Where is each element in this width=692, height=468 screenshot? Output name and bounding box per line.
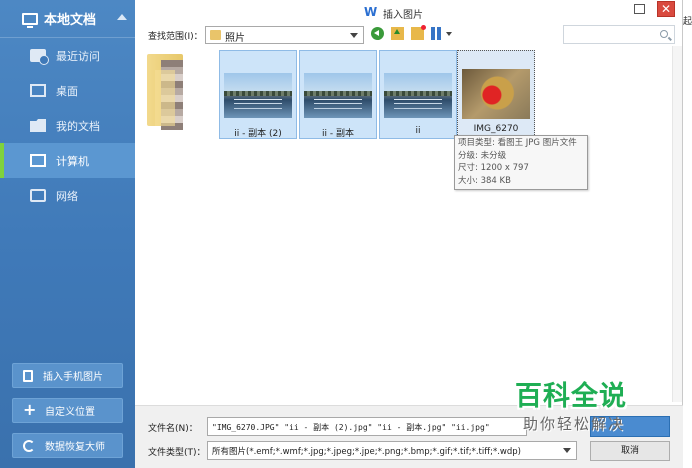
search-input[interactable] (563, 25, 675, 44)
image-thumbnail (462, 69, 530, 119)
documents-folder-icon (30, 119, 46, 132)
file-item[interactable]: ii - 副本 (299, 50, 377, 139)
image-thumbnail (304, 73, 372, 118)
image-thumbnail (384, 73, 452, 118)
sidebar-item-label: 网络 (56, 189, 78, 203)
sidebar-item-desktop[interactable]: 桌面 (0, 73, 135, 108)
file-list[interactable]: ii - 副本 (2) ii - 副本 ii IMG_6270 (136, 46, 669, 402)
file-item[interactable]: ii - 副本 (2) (219, 50, 297, 139)
collapse-arrow-icon[interactable] (117, 14, 127, 20)
sidebar-item-network[interactable]: 网络 (0, 178, 135, 213)
watermark-subtitle: 助你轻松解决 (523, 415, 626, 433)
file-name: ii - 副本 (322, 129, 354, 139)
vertical-scrollbar[interactable] (672, 46, 682, 402)
tooltip-type: 项目类型: 看图王 JPG 图片文件 (458, 138, 577, 148)
background-window-edge: 起 (683, 0, 692, 468)
tooltip-rating: 分级: 未分级 (458, 150, 507, 161)
sidebar-item-label: 计算机 (56, 154, 89, 168)
dialog-title: 插入图片 (383, 10, 423, 21)
cancel-button[interactable]: 取消 (590, 441, 670, 461)
plus-icon (23, 404, 36, 417)
file-name: ii - 副本 (2) (234, 129, 282, 139)
desktop-icon (30, 84, 46, 97)
image-thumbnail (224, 73, 292, 118)
chevron-down-icon (350, 33, 358, 38)
search-icon (660, 30, 668, 38)
look-in-dropdown[interactable]: 照片 (205, 26, 364, 44)
computer-icon (30, 154, 46, 167)
up-folder-icon[interactable] (391, 27, 404, 40)
chevron-down-icon (563, 448, 571, 453)
file-name: IMG_6270 (473, 124, 519, 134)
file-name: ii (415, 126, 421, 136)
sidebar-item-recent[interactable]: 最近访问 (0, 38, 135, 73)
sidebar-header[interactable]: 本地文档 (0, 0, 135, 38)
button-label: 数据恢复大师 (45, 442, 105, 453)
back-icon[interactable] (371, 27, 384, 40)
look-in-label: 查找范围(I)： (148, 32, 203, 42)
look-in-value: 照片 (225, 33, 245, 44)
sidebar-item-computer[interactable]: 计算机 (0, 143, 135, 178)
insert-phone-image-button[interactable]: 插入手机图片 (12, 363, 123, 388)
new-folder-icon[interactable] (411, 25, 426, 40)
filetype-value: 所有图片(*.emf;*.wmf;*.jpg;*.jpeg;*.jpe;*.pn… (212, 447, 521, 457)
watermark: 百科全说 助你轻松解决 (493, 370, 653, 440)
file-item[interactable]: IMG_6270 (457, 50, 535, 139)
toolbar: 查找范围(I)： 照片 (135, 24, 683, 46)
view-dropdown-arrow-icon[interactable] (446, 32, 452, 36)
sidebar: 本地文档 最近访问 桌面 我的文档 计算机 网络 插入手机图片 自定义位置 数据… (0, 0, 135, 468)
edge-text: 起 (683, 17, 692, 27)
folder-item[interactable] (147, 50, 191, 130)
data-recovery-icon (23, 439, 35, 452)
button-label: 插入手机图片 (43, 372, 103, 383)
title-bar: W 插入图片 ✕ (135, 0, 683, 22)
file-item[interactable]: ii (379, 50, 457, 139)
tooltip-dimensions: 尺寸: 1200 x 797 (458, 163, 529, 173)
sidebar-item-label: 最近访问 (56, 49, 100, 63)
network-icon (30, 189, 46, 202)
watermark-title: 百科全说 (515, 381, 627, 412)
filename-input[interactable]: "IMG_6270.JPG" "ii - 副本 (2).jpg" "ii - 副… (207, 417, 527, 436)
filetype-select[interactable]: 所有图片(*.emf;*.wmf;*.jpg;*.jpeg;*.jpe;*.pn… (207, 441, 577, 460)
filename-label: 文件名(N)： (148, 424, 198, 434)
button-label: 自定义位置 (45, 407, 95, 418)
data-recovery-button[interactable]: 数据恢复大师 (12, 433, 123, 458)
wps-logo-icon: W (364, 5, 378, 19)
tooltip-size: 大小: 384 KB (458, 175, 511, 186)
folder-flap (155, 70, 175, 126)
sidebar-item-label: 我的文档 (56, 119, 100, 133)
computer-icon (22, 12, 38, 28)
phone-import-icon (23, 369, 33, 382)
view-menu-icon[interactable] (431, 27, 442, 40)
custom-location-button[interactable]: 自定义位置 (12, 398, 123, 423)
folder-icon (210, 30, 221, 40)
sidebar-item-my-documents[interactable]: 我的文档 (0, 108, 135, 143)
filetype-label: 文件类型(T)： (148, 448, 206, 458)
close-button[interactable]: ✕ (657, 1, 675, 17)
sidebar-item-label: 桌面 (56, 84, 78, 98)
sidebar-title: 本地文档 (44, 13, 97, 28)
maximize-icon[interactable] (634, 4, 645, 14)
file-info-tooltip: 项目类型: 看图王 JPG 图片文件 分级: 未分级 尺寸: 1200 x 79… (454, 135, 588, 190)
recent-folder-icon (30, 49, 49, 65)
